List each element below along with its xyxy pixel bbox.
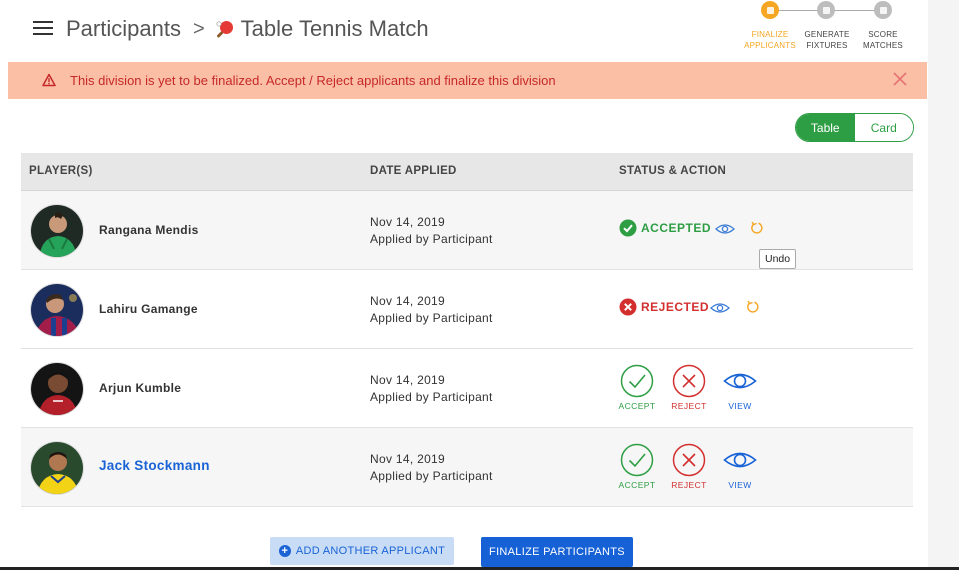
step-score-icon[interactable]: [874, 1, 892, 19]
player-name-link[interactable]: Jack Stockmann: [99, 458, 210, 473]
page-title: Table Tennis Match: [240, 16, 429, 41]
step-label-line: FIXTURES: [806, 41, 848, 50]
accept-button[interactable]: ACCEPT: [617, 443, 657, 490]
status-badge: ACCEPTED: [619, 219, 711, 237]
breadcrumb: Participants > Table Tennis Match: [66, 14, 429, 44]
breadcrumb-participants[interactable]: Participants: [66, 16, 181, 42]
applied-by: Applied by Participant: [370, 469, 493, 483]
eye-icon[interactable]: [710, 301, 730, 315]
warning-icon: [42, 73, 56, 87]
warning-alert: This division is yet to be finalized. Ac…: [8, 62, 927, 99]
check-circle-icon: [620, 443, 654, 477]
accept-label: ACCEPT: [618, 401, 656, 411]
x-circle-icon: [672, 443, 706, 477]
breadcrumb-separator: >: [192, 17, 205, 40]
undo-icon[interactable]: [746, 300, 760, 314]
view-button[interactable]: VIEW: [720, 443, 760, 490]
check-circle-icon: [620, 364, 654, 398]
view-button[interactable]: VIEW: [720, 364, 760, 411]
add-applicant-button[interactable]: + ADD ANOTHER APPLICANT: [270, 537, 454, 565]
player-name: Rangana Mendis: [99, 223, 199, 237]
step-label-line: GENERATE: [804, 30, 850, 39]
view-label: VIEW: [728, 401, 752, 411]
status-badge: REJECTED: [619, 298, 709, 316]
undo-icon[interactable]: [750, 221, 764, 235]
step-finalize-label: FINALIZE APPLICANTS: [740, 29, 800, 51]
player-name: Arjun Kumble: [99, 381, 182, 395]
avatar: [30, 204, 84, 258]
step-fixtures-icon[interactable]: [817, 1, 835, 19]
date-applied: Nov 14, 2019: [370, 294, 445, 308]
avatar: [30, 283, 84, 337]
accept-button[interactable]: ACCEPT: [617, 364, 657, 411]
reject-button[interactable]: REJECT: [669, 443, 709, 490]
add-applicant-label: ADD ANOTHER APPLICANT: [295, 545, 446, 557]
reject-label: REJECT: [671, 401, 707, 411]
date-applied: Nov 14, 2019: [370, 373, 445, 387]
x-circle-icon: [619, 298, 637, 316]
page: Participants > Table Tennis Match FINALI…: [0, 0, 928, 570]
undo-tooltip: Undo: [759, 249, 797, 269]
table-header: PLAYER(S) DATE APPLIED STATUS & ACTION: [21, 153, 913, 191]
step-label-line: FINALIZE: [751, 30, 789, 39]
applied-by: Applied by Participant: [370, 232, 493, 246]
table-row: Jack Stockmann Nov 14, 2019 Applied by P…: [21, 428, 913, 507]
player-name: Lahiru Gamange: [99, 302, 198, 316]
step-score-label: SCORE MATCHES: [853, 29, 913, 51]
check-circle-icon: [619, 219, 637, 237]
finalize-participants-button[interactable]: FINALIZE PARTICIPANTS: [481, 537, 633, 567]
status-label: ACCEPTED: [641, 221, 712, 235]
header-status: STATUS & ACTION: [619, 165, 727, 177]
date-applied: Nov 14, 2019: [370, 452, 445, 466]
applied-by: Applied by Participant: [370, 311, 493, 325]
right-gutter: [928, 0, 959, 570]
step-fixtures-label: GENERATE FIXTURES: [797, 29, 857, 51]
eye-icon: [723, 452, 757, 468]
view-label: VIEW: [728, 480, 752, 490]
progress-stepper: FINALIZE APPLICANTS GENERATE FIXTURES SC…: [740, 0, 920, 54]
date-applied: Nov 14, 2019: [370, 215, 445, 229]
table-row: Lahiru Gamange Nov 14, 2019 Applied by P…: [21, 270, 913, 349]
toggle-card[interactable]: Card: [854, 114, 913, 141]
header-players: PLAYER(S): [29, 165, 93, 177]
eye-icon[interactable]: [715, 222, 735, 236]
applicants-table: PLAYER(S) DATE APPLIED STATUS & ACTION R…: [21, 153, 913, 507]
accept-label: ACCEPT: [618, 480, 656, 490]
step-label-line: SCORE: [868, 30, 898, 39]
plus-circle-icon: +: [278, 545, 291, 557]
paddle-icon: [216, 21, 233, 38]
avatar: [30, 441, 84, 495]
table-row: Arjun Kumble Nov 14, 2019 Applied by Par…: [21, 349, 913, 428]
close-icon[interactable]: [892, 71, 908, 87]
status-label: REJECTED: [641, 300, 710, 314]
view-toggle: Table Card: [795, 113, 914, 142]
avatar: [30, 362, 84, 416]
step-label-line: MATCHES: [863, 41, 903, 50]
reject-label: REJECT: [671, 480, 707, 490]
alert-message: This division is yet to be finalized. Ac…: [70, 73, 556, 88]
step-label-line: APPLICANTS: [744, 41, 796, 50]
applied-by: Applied by Participant: [370, 390, 493, 404]
eye-icon: [723, 373, 757, 389]
reject-button[interactable]: REJECT: [669, 364, 709, 411]
header-date: DATE APPLIED: [370, 165, 457, 177]
x-circle-icon: [672, 364, 706, 398]
step-finalize-icon[interactable]: [761, 1, 779, 19]
menu-icon[interactable]: [33, 21, 53, 35]
toggle-table[interactable]: Table: [796, 114, 855, 141]
